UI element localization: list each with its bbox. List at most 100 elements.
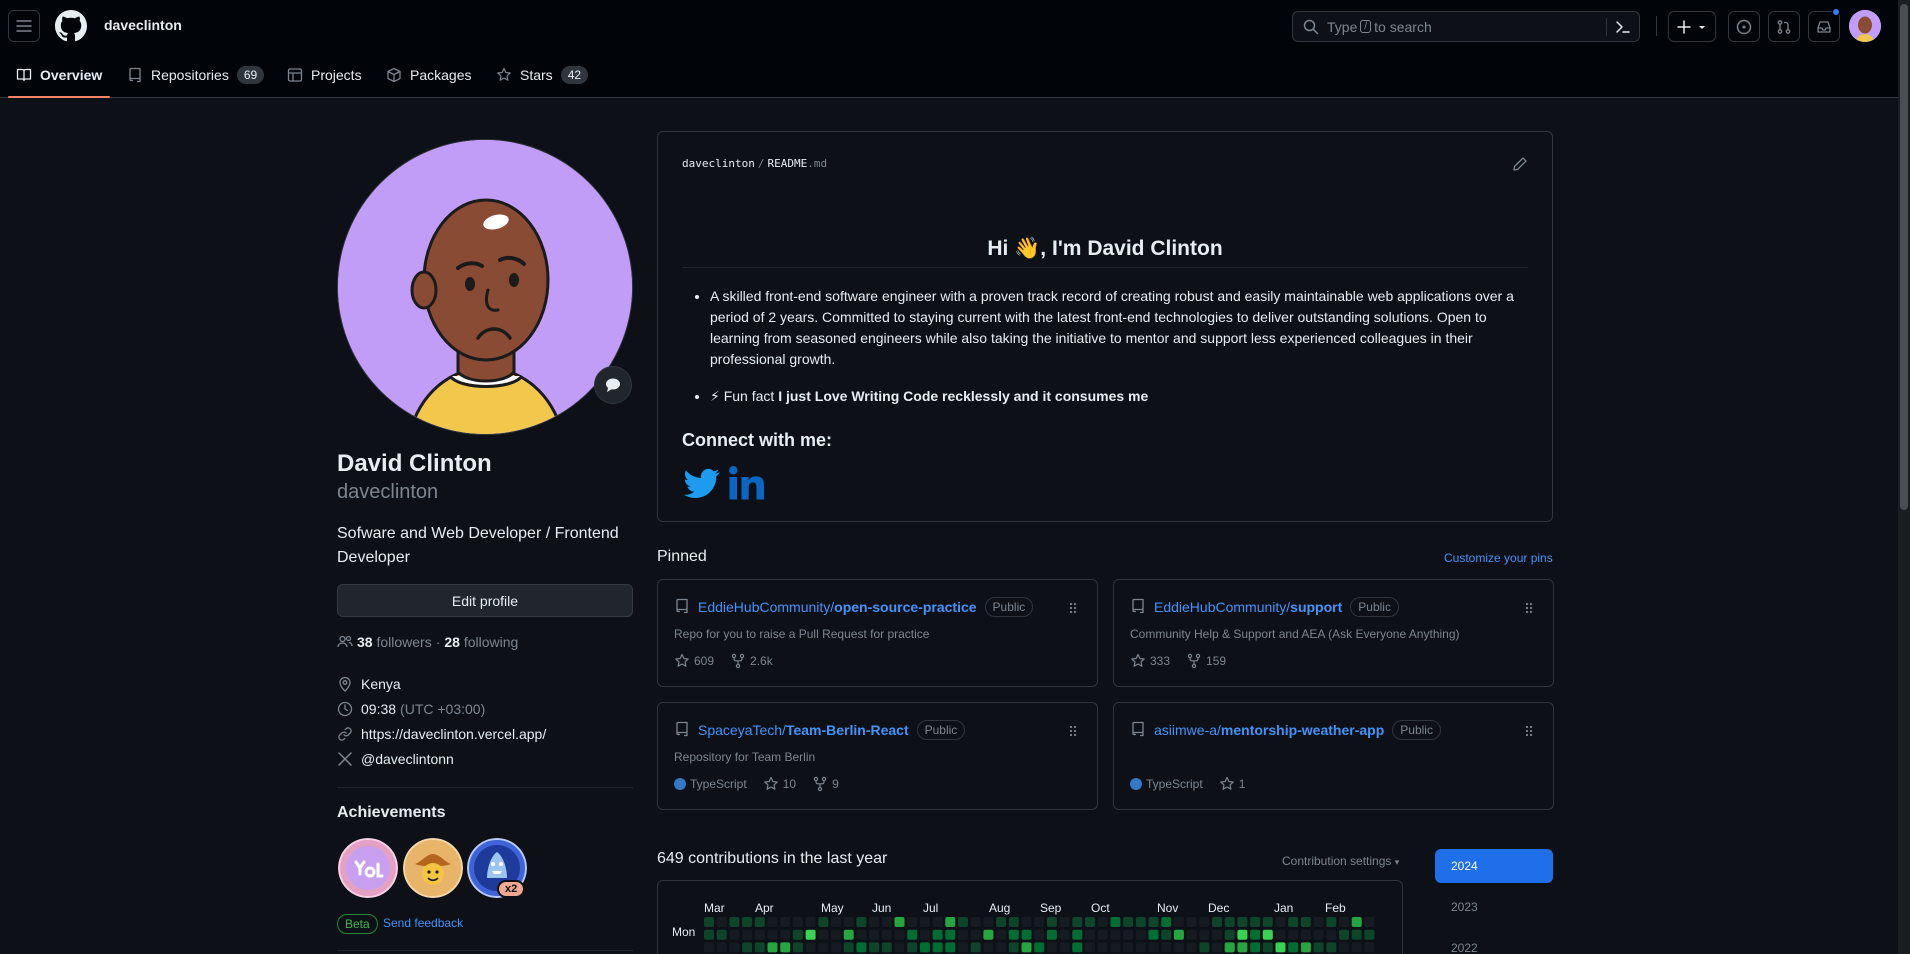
contribution-day-cell[interactable] — [1275, 929, 1286, 940]
github-logo-icon[interactable] — [55, 10, 87, 42]
contribution-day-cell[interactable] — [1212, 942, 1222, 953]
contribution-day-cell[interactable] — [1123, 929, 1134, 940]
drag-handle-icon[interactable] — [1065, 600, 1081, 616]
contribution-day-cell[interactable] — [996, 917, 1007, 927]
contribution-day-cell[interactable] — [754, 942, 765, 953]
contribution-day-cell[interactable] — [1288, 942, 1299, 953]
contribution-day-cell[interactable] — [742, 929, 753, 940]
pinned-repo-link[interactable]: SpaceyaTech/Team-Berlin-React Public — [698, 720, 966, 740]
contribution-day-cell[interactable] — [1008, 942, 1019, 953]
contribution-day-cell[interactable] — [704, 917, 714, 927]
contribution-day-cell[interactable] — [1300, 917, 1311, 927]
contribution-day-cell[interactable] — [1059, 917, 1070, 927]
contribution-day-cell[interactable] — [1300, 929, 1311, 940]
contribution-day-cell[interactable] — [1339, 929, 1349, 940]
edit-profile-button[interactable]: Edit profile — [337, 584, 633, 617]
stars-link[interactable]: 609 — [674, 653, 714, 669]
contribution-day-cell[interactable] — [729, 942, 740, 953]
contribution-day-cell[interactable] — [1072, 942, 1083, 953]
twitter-link[interactable]: @daveclintonn — [361, 751, 454, 767]
contribution-day-cell[interactable] — [742, 917, 753, 927]
contribution-day-cell[interactable] — [1097, 929, 1108, 940]
contribution-day-cell[interactable] — [831, 917, 841, 927]
contribution-day-cell[interactable] — [1250, 917, 1261, 927]
contribution-day-cell[interactable] — [881, 917, 892, 927]
contribution-day-cell[interactable] — [1199, 917, 1210, 927]
contribution-day-cell[interactable] — [1173, 917, 1184, 927]
contribution-day-cell[interactable] — [831, 942, 841, 953]
contribution-day-cell[interactable] — [792, 929, 803, 940]
contribution-day-cell[interactable] — [919, 929, 930, 940]
contribution-day-cell[interactable] — [1161, 917, 1172, 927]
contribution-day-cell[interactable] — [919, 917, 930, 927]
contribution-day-cell[interactable] — [792, 942, 803, 953]
contribution-day-cell[interactable] — [1300, 942, 1311, 953]
contribution-day-cell[interactable] — [1123, 942, 1134, 953]
contribution-day-cell[interactable] — [1250, 929, 1261, 940]
contribution-day-cell[interactable] — [780, 917, 791, 927]
contribution-day-cell[interactable] — [805, 942, 816, 953]
contribution-day-cell[interactable] — [716, 942, 727, 953]
contribution-day-cell[interactable] — [1199, 929, 1210, 940]
contribution-day-cell[interactable] — [919, 942, 930, 953]
contribution-day-cell[interactable] — [1123, 917, 1134, 927]
contribution-day-cell[interactable] — [1085, 929, 1095, 940]
contribution-day-cell[interactable] — [1313, 942, 1324, 953]
contribution-day-cell[interactable] — [996, 942, 1007, 953]
contribution-day-cell[interactable] — [894, 942, 905, 953]
followers-link[interactable]: 38 followers — [357, 634, 432, 650]
contribution-day-cell[interactable] — [1351, 917, 1362, 927]
contribution-day-cell[interactable] — [716, 917, 727, 927]
contribution-day-cell[interactable] — [818, 929, 829, 940]
contribution-day-cell[interactable] — [1326, 942, 1337, 953]
tab-repositories[interactable]: Repositories 69 — [127, 52, 265, 98]
contribution-day-cell[interactable] — [1161, 929, 1172, 940]
issues-button[interactable] — [1728, 11, 1760, 42]
contribution-day-cell[interactable] — [958, 942, 968, 953]
contribution-day-cell[interactable] — [1135, 917, 1146, 927]
contribution-day-cell[interactable] — [1135, 942, 1146, 953]
tab-packages[interactable]: Packages — [386, 52, 471, 98]
contribution-day-cell[interactable] — [1034, 929, 1045, 940]
contribution-day-cell[interactable] — [970, 942, 981, 953]
contribution-day-cell[interactable] — [1364, 929, 1375, 940]
user-avatar-menu[interactable] — [1849, 10, 1881, 42]
contribution-day-cell[interactable] — [1059, 929, 1070, 940]
contribution-day-cell[interactable] — [831, 929, 841, 940]
contribution-day-cell[interactable] — [894, 917, 905, 927]
contribution-day-cell[interactable] — [1148, 942, 1159, 953]
contribution-day-cell[interactable] — [970, 929, 981, 940]
create-new-button[interactable] — [1668, 11, 1716, 42]
contribution-day-cell[interactable] — [869, 917, 880, 927]
contribution-day-cell[interactable] — [1224, 942, 1235, 953]
year-2023-button[interactable]: 2023 — [1435, 890, 1553, 924]
contribution-day-cell[interactable] — [996, 929, 1007, 940]
contribution-day-cell[interactable] — [1046, 929, 1057, 940]
contribution-day-cell[interactable] — [792, 917, 803, 927]
readme-path-file[interactable]: README — [767, 157, 807, 170]
contribution-day-cell[interactable] — [983, 929, 994, 940]
contribution-day-cell[interactable] — [742, 942, 753, 953]
forks-link[interactable]: 159 — [1186, 653, 1226, 669]
contribution-day-cell[interactable] — [1339, 942, 1349, 953]
contribution-day-cell[interactable] — [729, 917, 740, 927]
stars-link[interactable]: 333 — [1130, 653, 1170, 669]
drag-handle-icon[interactable] — [1521, 723, 1537, 739]
contribution-day-cell[interactable] — [1085, 917, 1095, 927]
achievement-yolo[interactable] — [338, 838, 398, 898]
contribution-day-cell[interactable] — [869, 929, 880, 940]
send-feedback-link[interactable]: Send feedback — [383, 916, 463, 930]
contribution-day-cell[interactable] — [1326, 917, 1337, 927]
contribution-day-cell[interactable] — [1072, 917, 1083, 927]
contribution-day-cell[interactable] — [1186, 917, 1197, 927]
contribution-day-cell[interactable] — [907, 942, 918, 953]
menu-button[interactable] — [8, 10, 40, 42]
contribution-day-cell[interactable] — [1021, 917, 1032, 927]
contribution-day-cell[interactable] — [780, 929, 791, 940]
contribution-day-cell[interactable] — [1161, 942, 1172, 953]
contribution-day-cell[interactable] — [983, 917, 994, 927]
contribution-day-cell[interactable] — [1212, 929, 1222, 940]
contribution-day-cell[interactable] — [843, 929, 854, 940]
contribution-day-cell[interactable] — [1085, 942, 1095, 953]
contribution-day-cell[interactable] — [945, 929, 956, 940]
